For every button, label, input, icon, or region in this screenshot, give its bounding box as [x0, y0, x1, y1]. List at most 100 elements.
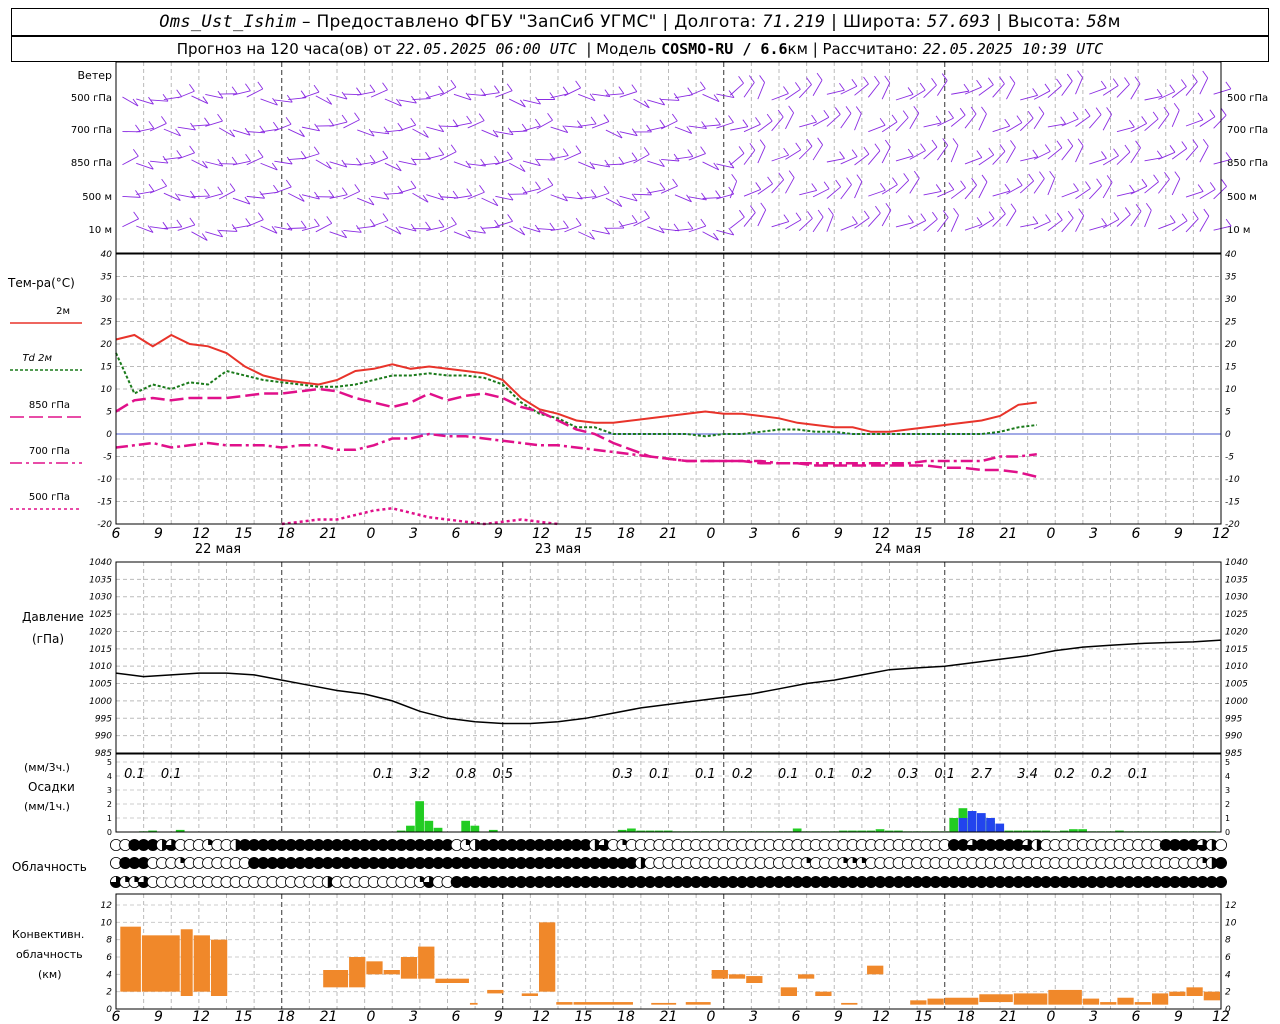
pressure-tick-right: 1005	[1225, 680, 1248, 690]
wind-barb-flag	[1192, 139, 1199, 147]
wind-barb-flag	[534, 118, 541, 127]
wind-barb-flag	[300, 220, 307, 229]
conv-bar	[400, 957, 418, 979]
wind-barb-flag	[410, 180, 417, 189]
wind-barb-flag	[1145, 203, 1152, 211]
wind-barb-flag	[976, 150, 983, 158]
wind-barb	[150, 99, 169, 102]
wind-barb-flag	[466, 188, 473, 196]
wind-barb-flag	[891, 114, 898, 123]
wind-barb-flag	[259, 190, 266, 199]
x-tick-label: 21	[320, 526, 338, 542]
temp-tick-right: 20	[1225, 340, 1237, 350]
wind-barb-flag	[631, 152, 638, 160]
wind-barb-flag	[1039, 171, 1045, 179]
wind-barb	[177, 126, 196, 131]
wind-barb	[508, 162, 526, 172]
x-tick-label: 12	[872, 1009, 890, 1024]
precip-tick-left: 1	[107, 814, 112, 823]
cloud-symbol	[1215, 839, 1228, 852]
conv-bar	[539, 922, 556, 992]
wind-barb-flag	[1129, 184, 1135, 193]
wind-barb-flag	[1095, 107, 1102, 115]
conv-bar	[1203, 991, 1220, 1001]
wind-barb	[232, 129, 251, 136]
conv-bar	[487, 989, 504, 994]
wind-barb-flag	[1163, 106, 1170, 115]
pressure-tick-right: 990	[1225, 732, 1242, 742]
conv-unit: (км)	[38, 968, 62, 981]
wind-barb-flag	[1153, 174, 1159, 182]
wind-barb	[1033, 90, 1051, 100]
wind-barb	[370, 89, 388, 98]
wind-barb-flag	[1152, 111, 1159, 120]
conv-bar	[193, 935, 210, 992]
x-tick-label: 0	[706, 526, 715, 542]
wind-barb	[1020, 223, 1039, 228]
precip-sum-label: 0.2	[1054, 767, 1075, 782]
wind-barb-flag	[438, 85, 444, 94]
wind-barb	[812, 188, 830, 198]
precip-sum-label: 0.1	[815, 767, 836, 782]
wind-barb	[840, 113, 852, 129]
conv-bar	[910, 1000, 927, 1005]
wind-barb-flag	[1027, 110, 1034, 119]
wind-barb-flag	[1067, 210, 1074, 219]
wind-barb-flag	[450, 144, 457, 153]
wind-barb-flag	[356, 87, 362, 95]
wind-barb-flag	[1169, 215, 1176, 223]
conv-bar	[349, 957, 366, 988]
wind-barb-flag	[659, 119, 666, 128]
wind-barb-flag	[874, 143, 881, 152]
wind-barb-flag	[1112, 78, 1119, 86]
cloud-title: Облачность	[12, 860, 87, 874]
wind-barb	[964, 184, 977, 200]
wind-barb-flag	[759, 139, 766, 147]
wind-barb	[867, 150, 881, 165]
precip-sum-label: 0.2	[852, 767, 873, 782]
x-tick-label: 6	[1131, 526, 1140, 542]
wind-barb-flag	[856, 174, 863, 182]
wind-barb-flag	[659, 182, 666, 190]
pressure-tick-left: 1035	[89, 575, 112, 585]
wind-barb	[826, 214, 834, 232]
temp-tick-right: 5	[1225, 408, 1231, 418]
wind-barb-flag	[1038, 106, 1045, 114]
temp-tick-left: -5	[103, 453, 112, 463]
wind-barb	[1144, 118, 1159, 132]
wind-barb	[950, 114, 966, 127]
wind-barb	[1171, 110, 1180, 128]
pressure-panel: 1040 1040 1035 1035 1030 1030 1025 1025 1020 1020…	[22, 558, 1248, 759]
temp-tick-right: -10	[1225, 475, 1240, 485]
wind-barb	[729, 153, 745, 166]
wind-barb-flag	[535, 181, 541, 190]
wind-barb-flag	[976, 217, 983, 225]
wind-barb	[826, 158, 845, 163]
conv-title-1: Конвективн.	[12, 928, 84, 941]
meteogram: Ветер 500 гПа 500 гПа 700 гПа 700 гПа 850 гПа…	[7, 61, 1268, 1024]
precip-bar-heavy	[958, 818, 968, 832]
wind-barb	[481, 226, 500, 229]
wind-barb	[992, 125, 1010, 133]
precip-bar	[406, 825, 415, 832]
conv-bar	[1186, 987, 1203, 996]
wind-barb	[757, 209, 767, 227]
conv-tick-right: 2	[1225, 988, 1231, 998]
wind-barb-flag	[341, 187, 348, 195]
wind-barb	[633, 217, 650, 227]
x-tick-label: 0	[1046, 526, 1055, 542]
wind-barb-flag	[1056, 140, 1063, 148]
wind-barb-flag	[851, 78, 858, 87]
wind-barb	[412, 98, 431, 100]
wind-barb	[964, 86, 982, 95]
wind-barb-flag	[507, 214, 513, 222]
wind-barb-flag	[231, 156, 238, 165]
wind-barb-flag	[450, 79, 457, 88]
wind-barb	[149, 123, 167, 132]
wind-barb	[964, 157, 982, 165]
conv-bar	[1048, 989, 1082, 1005]
wind-barb-flag	[1225, 81, 1232, 90]
wind-barb	[1185, 146, 1199, 161]
conv-bar	[1013, 993, 1048, 1005]
wind-barb-flag	[231, 86, 238, 95]
